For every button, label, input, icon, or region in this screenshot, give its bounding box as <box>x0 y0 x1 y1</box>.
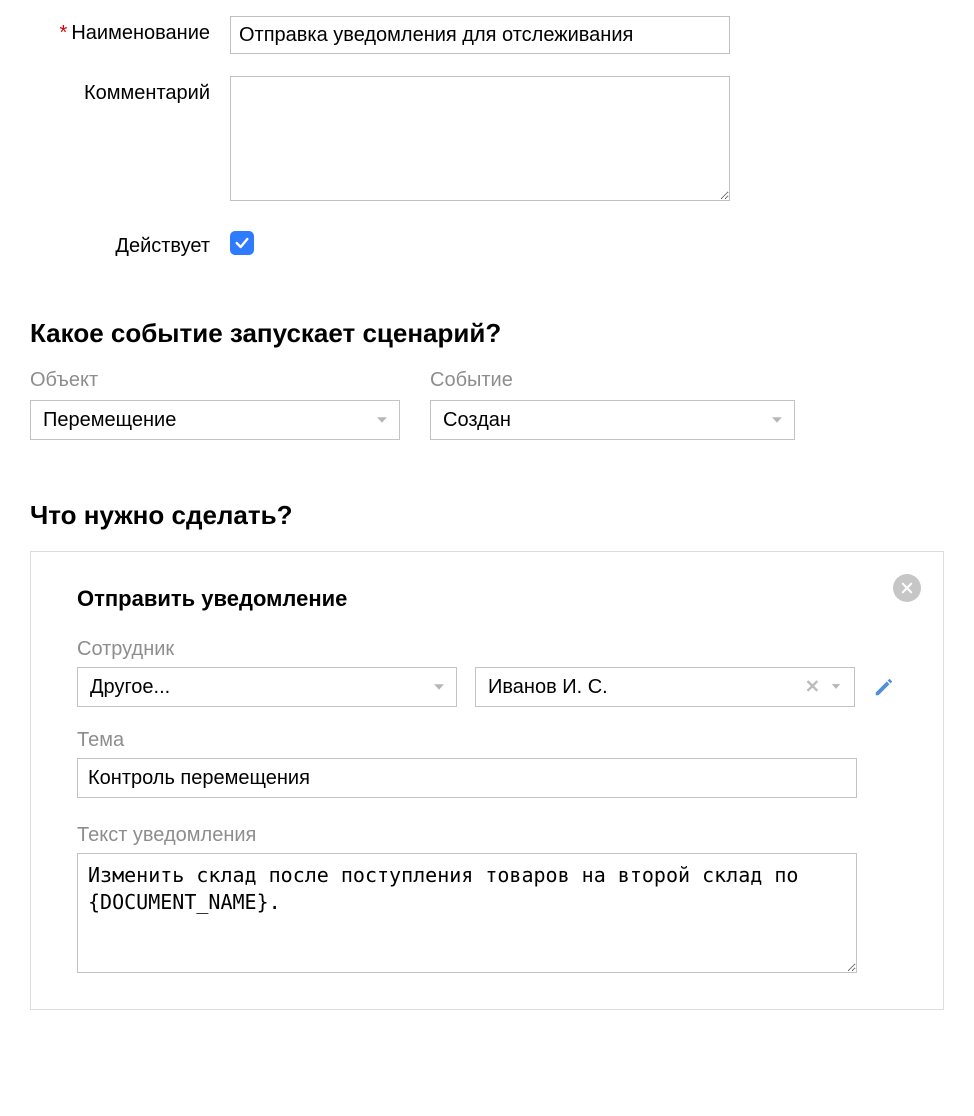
object-select-value: Перемещение <box>43 409 176 432</box>
chevron-down-icon <box>375 413 389 427</box>
close-icon <box>900 581 914 595</box>
active-label: Действует <box>115 235 210 257</box>
body-textarea[interactable] <box>77 853 857 973</box>
action-card-title: Отправить уведомление <box>77 586 897 612</box>
event-select-value: Создан <box>443 409 511 432</box>
employee-value-select[interactable]: Иванов И. С. ✕ <box>475 667 855 707</box>
subject-label: Тема <box>77 729 897 752</box>
name-input[interactable] <box>230 16 730 54</box>
name-label: Наименование <box>71 22 210 44</box>
employee-name: Иванов И. С. <box>488 676 608 699</box>
section-trigger-title: Какое событие запускает сценарий? <box>30 318 944 349</box>
comment-label: Комментарий <box>84 82 210 104</box>
object-label: Объект <box>30 369 400 392</box>
chevron-down-icon <box>432 680 446 694</box>
action-card: Отправить уведомление Сотрудник Другое..… <box>30 551 944 1010</box>
object-select[interactable]: Перемещение <box>30 400 400 440</box>
clear-employee-button[interactable]: ✕ <box>805 677 820 698</box>
event-label: Событие <box>430 369 795 392</box>
check-icon <box>234 235 250 251</box>
subject-input[interactable] <box>77 758 857 798</box>
employee-mode-select[interactable]: Другое... <box>77 667 457 707</box>
section-action-title: Что нужно сделать? <box>30 500 944 531</box>
edit-employee-button[interactable] <box>873 676 895 698</box>
employee-label: Сотрудник <box>77 638 897 661</box>
employee-mode-value: Другое... <box>90 676 170 699</box>
comment-textarea[interactable] <box>230 76 730 201</box>
chevron-down-icon <box>770 413 784 427</box>
chevron-down-icon <box>830 676 842 699</box>
body-label: Текст уведомления <box>77 824 897 847</box>
event-select[interactable]: Создан <box>430 400 795 440</box>
close-button[interactable] <box>893 574 921 602</box>
active-checkbox[interactable] <box>230 231 254 255</box>
pencil-icon <box>873 676 895 698</box>
